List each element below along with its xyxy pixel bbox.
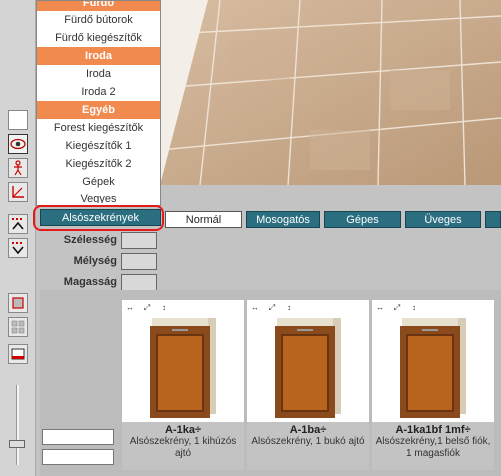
dropdown-item[interactable]: Gépek: [37, 173, 160, 191]
tab-mosogatos[interactable]: Mosogatós: [246, 211, 320, 228]
cabinet-icon: [275, 318, 341, 418]
dropdown-header: Fürdő: [37, 1, 160, 11]
grid-view-icon[interactable]: [8, 317, 28, 337]
left-toolbar: [0, 0, 36, 476]
product-image: ↔ ⤢ ↕: [122, 300, 244, 422]
dropdown-item[interactable]: Fürdő kiegészítők: [37, 29, 160, 47]
tab-normal[interactable]: Normál: [165, 211, 242, 228]
dropdown-item[interactable]: Iroda 2: [37, 83, 160, 101]
collapse-up-icon[interactable]: [8, 214, 28, 234]
dropdown-item[interactable]: Vegyes: [37, 191, 160, 203]
expand-down-icon[interactable]: [8, 238, 28, 258]
dropdown-header: Egyéb: [37, 101, 160, 119]
dropdown-item[interactable]: Fürdő bútorok: [37, 11, 160, 29]
depth-label: Mélység: [73, 255, 117, 267]
highlight-ring: [33, 205, 164, 231]
height-field[interactable]: [121, 274, 157, 291]
blank-tool-button[interactable]: [8, 110, 28, 130]
room-wall: [160, 0, 208, 185]
width-label: Szélesség: [63, 234, 117, 246]
product-code: A-1ka÷: [165, 424, 201, 436]
cabinet-icon: [400, 318, 466, 418]
product-card[interactable]: ↔ ⤢ ↕ A-1ba÷ Alsószekrény, 1 bukó ajtó: [247, 300, 369, 470]
product-card[interactable]: ↔ ⤢ ↕ A-1ka1bf 1mf÷ Alsószekrény,1 belső…: [372, 300, 494, 470]
product-image: ↔ ⤢ ↕: [247, 300, 369, 422]
tab-gepes[interactable]: Gépes: [324, 211, 401, 228]
dropdown-item[interactable]: Kiegészítők 1: [37, 137, 160, 155]
dropdown-item[interactable]: Kiegészítők 2: [37, 155, 160, 173]
product-description: Alsószekrény, 1 kihúzós ajtó: [129, 436, 237, 459]
dropdown-item[interactable]: Iroda: [37, 65, 160, 83]
dropdown-header: Iroda: [37, 47, 160, 65]
zoom-slider-thumb[interactable]: [9, 440, 25, 448]
window-icon[interactable]: [8, 344, 28, 364]
product-code: A-1ka1bf 1mf÷: [395, 424, 471, 436]
product-code: A-1ba÷: [289, 424, 327, 436]
product-description: Alsószekrény,1 belső fiók, 1 magasfiók: [375, 436, 491, 459]
width-field[interactable]: [121, 232, 157, 249]
product-image: ↔ ⤢ ↕: [372, 300, 494, 422]
depth-field[interactable]: [121, 253, 157, 270]
zoom-slider-track[interactable]: [16, 385, 19, 465]
tiled-floor: [160, 0, 501, 185]
product-card[interactable]: ↔ ⤢ ↕ A-1ka÷ Alsószekrény, 1 kihúzós ajt…: [122, 300, 244, 470]
tab-uveges[interactable]: Üveges: [405, 211, 481, 228]
category-dropdown[interactable]: Fürdő Fürdő bútorok Fürdő kiegészítők Ir…: [36, 0, 161, 206]
tab-more[interactable]: [485, 211, 501, 228]
filter-input-2[interactable]: [42, 449, 114, 465]
product-description: Alsószekrény, 1 bukó ajtó: [251, 436, 365, 447]
eye-icon[interactable]: [8, 134, 28, 154]
axis-icon[interactable]: [8, 182, 28, 202]
person-walk-icon[interactable]: [8, 158, 28, 178]
room-3d-view[interactable]: [160, 0, 501, 185]
height-label: Magasság: [63, 276, 117, 288]
filter-input-1[interactable]: [42, 429, 114, 445]
cabinet-icon: [150, 318, 216, 418]
square-view-icon[interactable]: [8, 293, 28, 313]
dropdown-item[interactable]: Forest kiegészítők: [37, 119, 160, 137]
